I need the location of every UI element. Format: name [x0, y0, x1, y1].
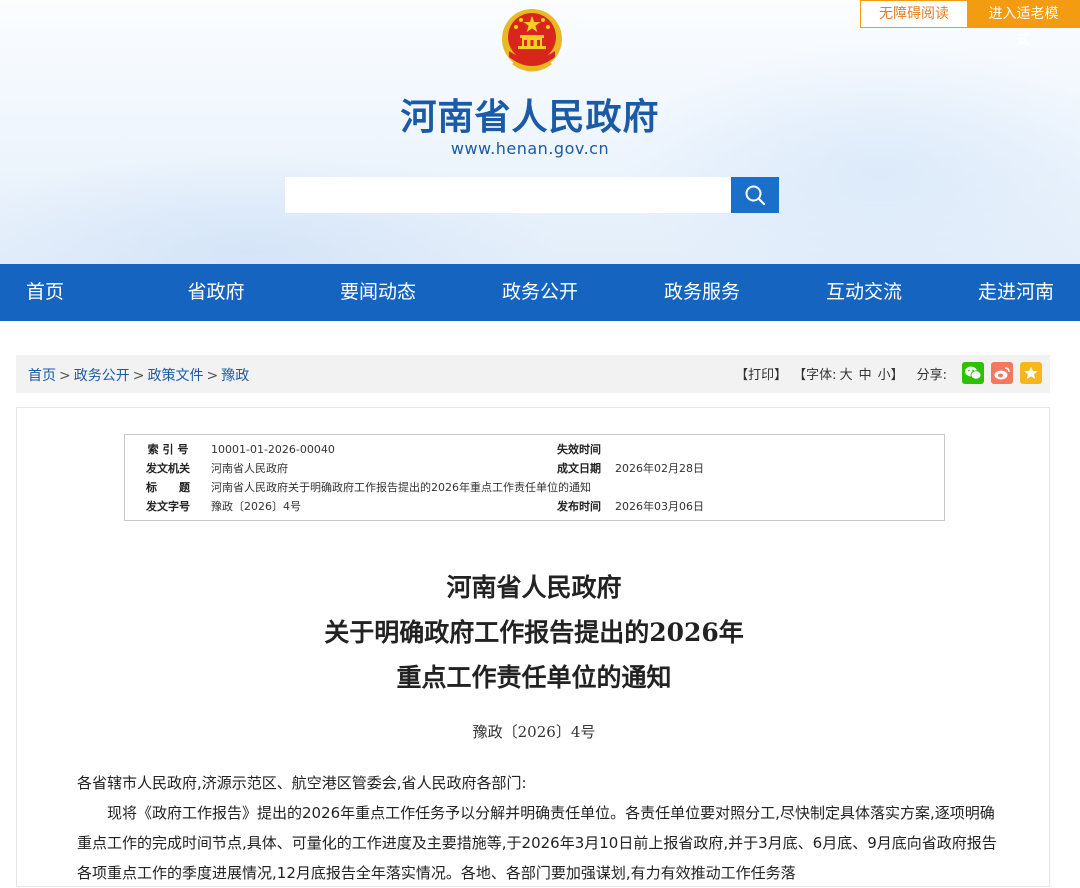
breadcrumb-yuzheng[interactable]: 豫政 — [221, 368, 249, 384]
main-nav: 首页 省政府 要闻动态 政务公开 政务服务 互动交流 走进河南 — [0, 264, 1080, 321]
font-medium-button[interactable]: 中 — [859, 364, 872, 383]
site-url: www.henan.gov.cn — [450, 139, 610, 158]
body-paragraph: 现将《政府工作报告》提出的2026年重点工作任务予以分解并明确责任单位。各责任单… — [77, 804, 997, 882]
breadcrumb-bar: 首页 > 政务公开 > 政策文件 > 豫政 【打印】 【字体: 大 中 小】 分享: — [16, 355, 1050, 393]
document-metadata-table: 索 引 号 10001-01-2026-00040 失效时间 发文机关 河南省人… — [124, 434, 945, 521]
search-bar — [285, 177, 779, 213]
breadcrumb-separator: > — [59, 368, 71, 384]
site-title: 河南省人民政府 — [400, 97, 660, 138]
salutation: 各省辖市人民政府,济源示范区、航空港区管委会,省人民政府各部门: — [77, 774, 527, 792]
share-label: 分享: — [916, 367, 947, 383]
font-size-label: 【字体: — [793, 367, 837, 383]
header-decoration — [620, 40, 1080, 264]
site-header: 无障碍阅读 进入适老模式 河南省人民政府 www.henan.gov.cn — [0, 0, 1080, 264]
metadata-row: 标 题 河南省人民政府关于明确政府工作报告提出的2026年重点工作责任单位的通知 — [125, 478, 944, 497]
nav-item-home[interactable]: 首页 — [0, 264, 135, 321]
search-icon — [745, 185, 766, 206]
font-large-button[interactable]: 大 — [840, 364, 853, 383]
metadata-row: 发文字号 豫政〔2026〕4号 发布时间 2026年03月06日 — [125, 497, 944, 516]
title-value: 河南省人民政府关于明确政府工作报告提出的2026年重点工作责任单位的通知 — [211, 481, 591, 494]
weibo-icon — [994, 367, 1010, 380]
nav-item-interaction[interactable]: 互动交流 — [783, 264, 945, 321]
page-tools: 【打印】 【字体: 大 中 小】 分享: — [735, 362, 1042, 384]
nav-item-about-henan[interactable]: 走进河南 — [945, 264, 1080, 321]
document-body: 各省辖市人民政府,济源示范区、航空港区管委会,省人民政府各部门: 现将《政府工作… — [77, 768, 997, 888]
breadcrumb-home[interactable]: 首页 — [28, 368, 56, 384]
breadcrumb-government-affairs[interactable]: 政务公开 — [74, 368, 130, 384]
title-label: 标 题 — [146, 481, 190, 494]
document-title-line-3: 重点工作责任单位的通知 — [396, 663, 672, 692]
issuer-value: 河南省人民政府 — [211, 462, 288, 475]
article-panel: 索 引 号 10001-01-2026-00040 失效时间 发文机关 河南省人… — [16, 407, 1050, 887]
document-number-value: 豫政〔2026〕4号 — [211, 500, 301, 513]
issuer-label: 发文机关 — [146, 462, 190, 475]
wechat-share-button[interactable] — [962, 362, 984, 384]
index-number-value: 10001-01-2026-00040 — [211, 443, 335, 456]
breadcrumb-separator: > — [132, 368, 145, 384]
weibo-share-button[interactable] — [991, 362, 1013, 384]
publish-time-label: 发布时间 — [557, 500, 601, 513]
breadcrumb-policy-documents[interactable]: 政策文件 — [147, 368, 203, 384]
font-small-button[interactable]: 小】 — [878, 364, 904, 383]
document-number: 豫政〔2026〕4号 — [472, 723, 596, 741]
nav-item-news[interactable]: 要闻动态 — [297, 264, 459, 321]
breadcrumb-separator: > — [206, 368, 219, 384]
top-buttons: 无障碍阅读 进入适老模式 — [860, 0, 1080, 48]
document-title-line-2: 关于明确政府工作报告提出的2026年 — [324, 618, 744, 647]
national-emblem-icon — [502, 9, 562, 72]
nav-item-provincial-government[interactable]: 省政府 — [135, 264, 297, 321]
expire-time-label: 失效时间 — [557, 443, 601, 456]
publish-time-value: 2026年03月06日 — [615, 500, 704, 513]
index-number-label: 索 引 号 — [147, 443, 189, 456]
written-date-value: 2026年02月28日 — [615, 462, 704, 475]
nav-item-government-affairs[interactable]: 政务公开 — [459, 264, 621, 321]
search-input[interactable] — [285, 177, 731, 213]
accessibility-button[interactable]: 无障碍阅读 — [860, 0, 968, 28]
print-button[interactable]: 【打印】 — [735, 364, 787, 383]
metadata-row: 索 引 号 10001-01-2026-00040 失效时间 — [125, 440, 944, 459]
written-date-label: 成文日期 — [557, 462, 601, 475]
search-button[interactable] — [731, 177, 779, 213]
star-icon — [1024, 366, 1038, 379]
document-title-line-1: 河南省人民政府 — [446, 573, 622, 602]
breadcrumb: 首页 > 政务公开 > 政策文件 > 豫政 — [28, 365, 249, 385]
wechat-icon — [965, 366, 982, 380]
nav-item-services[interactable]: 政务服务 — [621, 264, 783, 321]
favorite-share-button[interactable] — [1020, 362, 1042, 384]
elder-mode-button[interactable]: 进入适老模式 — [968, 0, 1080, 48]
document-number-label: 发文字号 — [146, 500, 190, 513]
metadata-row: 发文机关 河南省人民政府 成文日期 2026年02月28日 — [125, 459, 944, 478]
